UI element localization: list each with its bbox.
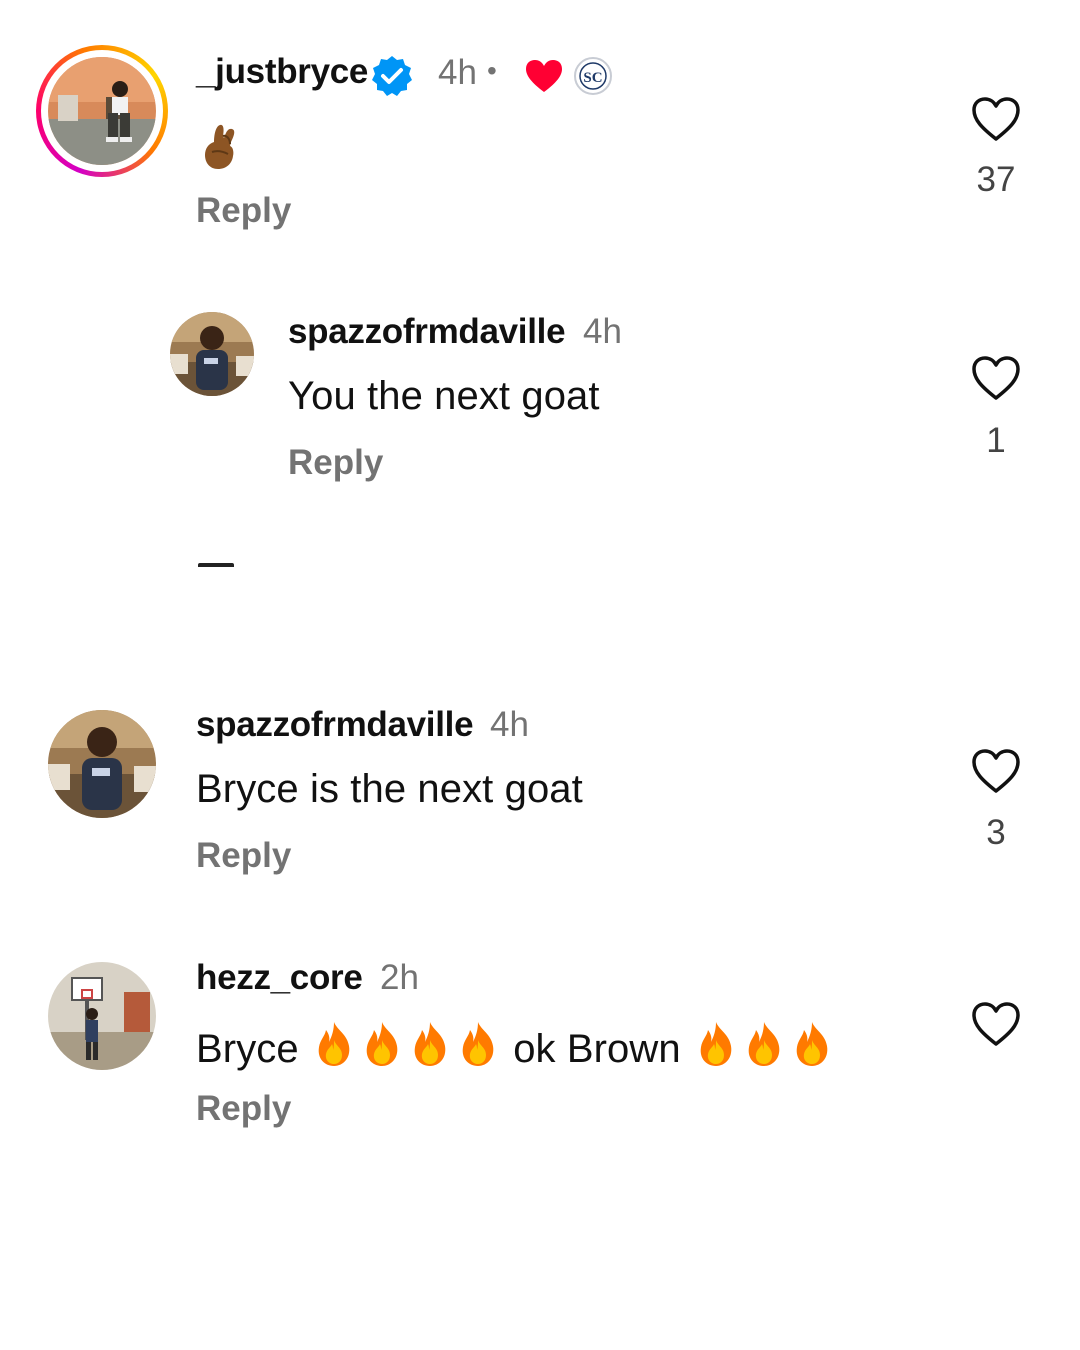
username[interactable]: _justbryce — [196, 52, 368, 92]
like-count: 37 — [976, 160, 1016, 199]
like-count: 1 — [986, 421, 1006, 460]
fire-icon — [695, 1020, 737, 1078]
username[interactable]: spazzofrmdaville — [196, 705, 474, 745]
comment-text: Bryce ok Brown — [196, 1020, 836, 1078]
crossed-fingers-icon — [200, 122, 242, 175]
avatar-spazzofrmdaville[interactable] — [48, 710, 156, 818]
like-count: 3 — [986, 813, 1006, 852]
like-heart-icon[interactable] — [970, 1000, 1022, 1048]
avatar-spazzofrmdaville[interactable] — [170, 312, 254, 396]
fire-icon — [791, 1020, 833, 1078]
comment-text-part1: Bryce — [196, 1027, 299, 1071]
fire-icon — [361, 1020, 403, 1078]
username[interactable]: hezz_core — [196, 958, 363, 998]
separator-dot: • — [487, 55, 497, 86]
avatar-hezz-core[interactable] — [48, 962, 156, 1070]
clipped-avatar-edge — [198, 563, 234, 567]
fire-emojis-2 — [692, 1022, 836, 1071]
fire-icon — [313, 1020, 355, 1078]
fire-icon — [409, 1020, 451, 1078]
verified-badge-icon — [370, 54, 414, 103]
timestamp: 4h — [583, 312, 622, 351]
like-heart-icon[interactable] — [970, 95, 1022, 143]
avatar-justbryce[interactable] — [48, 57, 156, 165]
reply-button[interactable]: Reply — [196, 191, 291, 231]
heart-filled-icon — [524, 58, 564, 99]
like-heart-icon[interactable] — [970, 354, 1022, 402]
svg-text:SC: SC — [583, 70, 602, 86]
sc-logo-icon: SC — [573, 56, 613, 101]
fire-emojis-1 — [310, 1022, 502, 1071]
fire-icon — [743, 1020, 785, 1078]
like-heart-icon[interactable] — [970, 747, 1022, 795]
comment-text: You the next goat — [288, 374, 600, 418]
comment-text: Bryce is the next goat — [196, 767, 583, 811]
timestamp: 4h — [490, 705, 529, 744]
username[interactable]: spazzofrmdaville — [288, 312, 566, 352]
reply-button[interactable]: Reply — [288, 443, 383, 483]
comment-text-part2: ok Brown — [513, 1027, 681, 1071]
fire-icon — [457, 1020, 499, 1078]
reply-button[interactable]: Reply — [196, 1089, 291, 1129]
timestamp: 2h — [380, 958, 419, 997]
timestamp: 4h — [438, 53, 477, 92]
reply-button[interactable]: Reply — [196, 836, 291, 876]
